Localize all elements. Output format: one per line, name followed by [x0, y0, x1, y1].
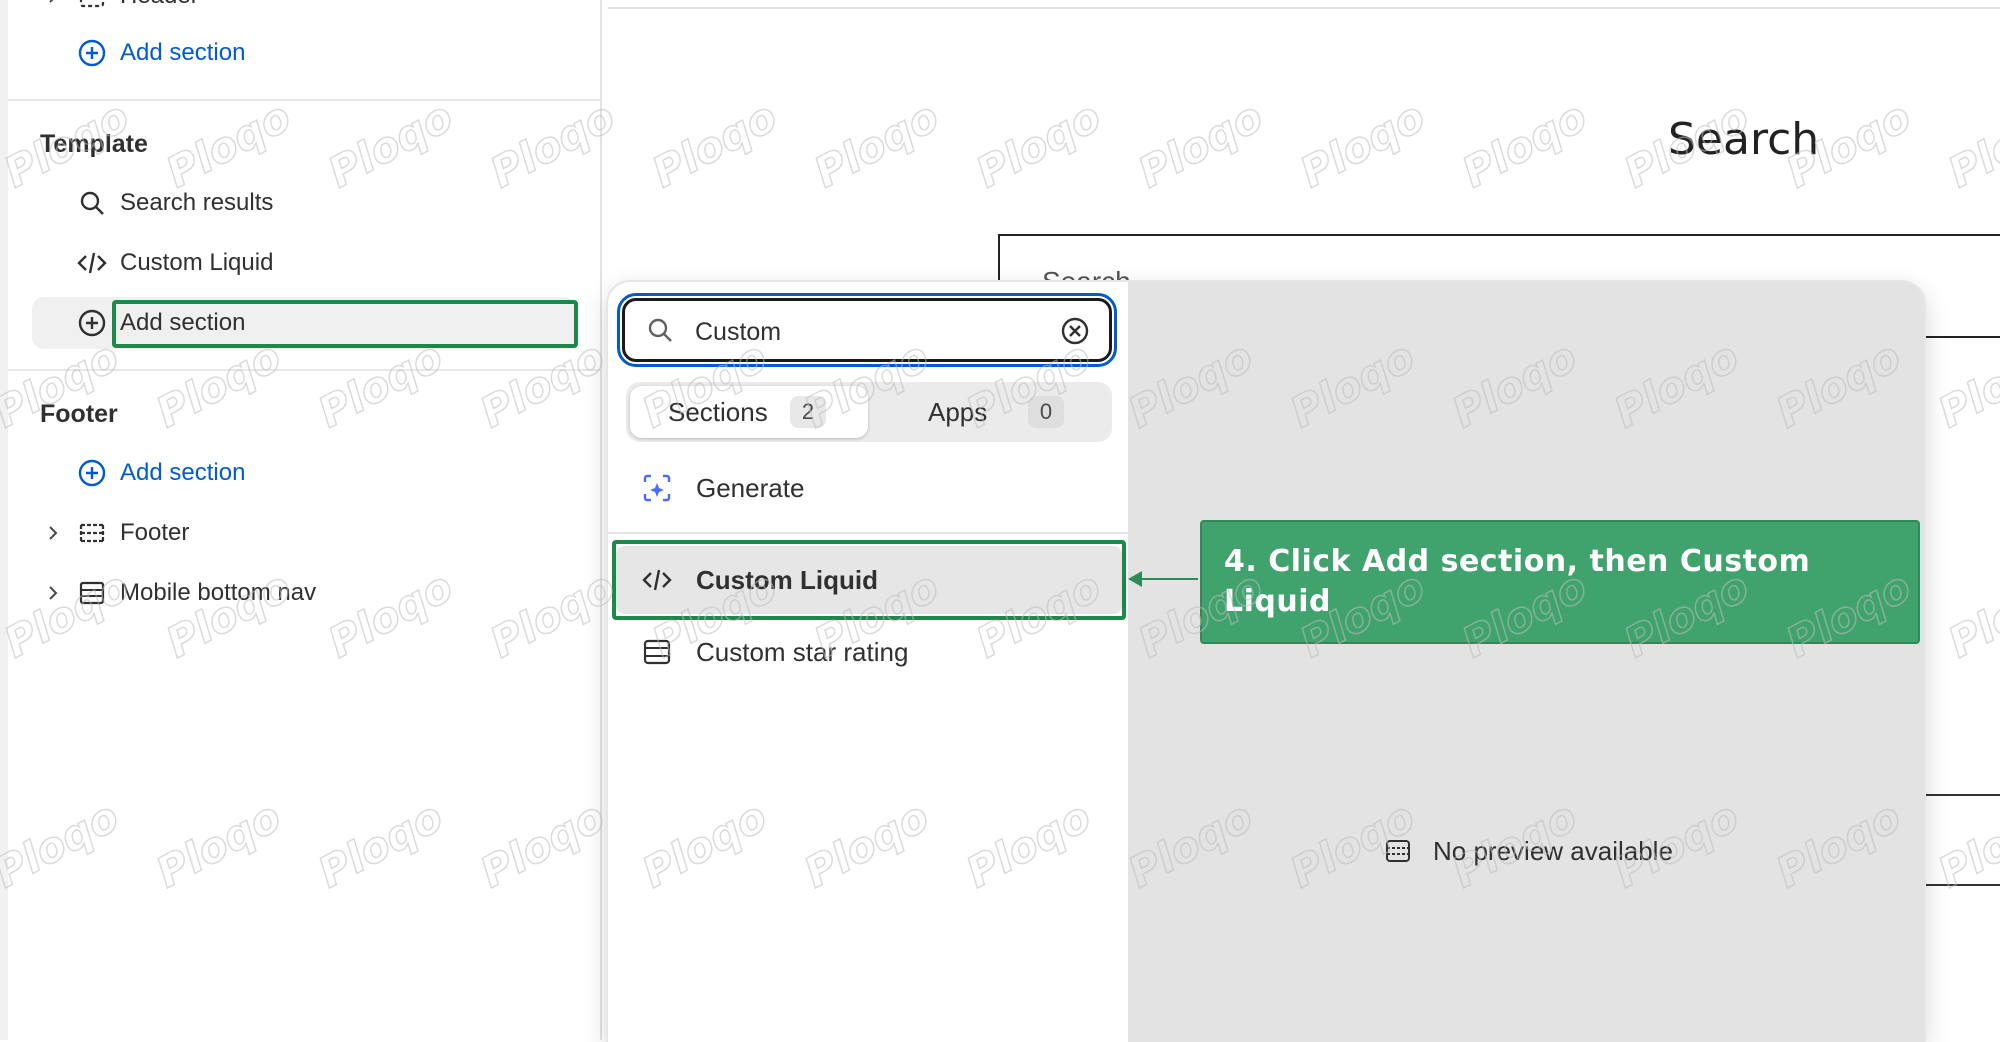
count-badge: 0: [1028, 396, 1064, 428]
no-preview-message: No preview available: [1383, 832, 1743, 872]
sidebar-item-header[interactable]: Header: [32, 0, 576, 22]
chevron-right-icon[interactable]: [42, 582, 64, 604]
divider: [8, 99, 600, 101]
section-icon: [79, 0, 105, 8]
section-preview-panel: No preview available: [1128, 282, 1924, 1042]
watermark-text: Ploqo: [1930, 331, 2000, 438]
search-icon: [80, 191, 104, 215]
watermark-text: Ploqo: [1940, 91, 2000, 198]
sidebar-item-mobile-bottom-nav[interactable]: Mobile bottom nav: [32, 567, 576, 619]
chevron-right-icon[interactable]: [42, 0, 64, 7]
sparkle-frame-icon: [643, 474, 671, 502]
generate-button[interactable]: Generate: [616, 454, 1122, 522]
preview-line: [1920, 884, 2000, 886]
add-section-label: Add section: [120, 459, 246, 486]
callout-arrow: [1136, 578, 1198, 580]
watermark-text: Ploqo: [1930, 791, 2000, 898]
preview-line: [1920, 794, 2000, 796]
footer-group-title: Footer: [40, 400, 118, 428]
add-section-popover: Sections 2 Apps 0 Generate Custom Liquid…: [608, 282, 1924, 1042]
sidebar-item-label: Mobile bottom nav: [120, 579, 317, 606]
sidebar-item-footer[interactable]: Footer: [32, 507, 576, 559]
divider: [8, 369, 600, 371]
sidebar-item-custom-liquid[interactable]: Custom Liquid: [32, 237, 576, 289]
sidebar-item-search-results[interactable]: Search results: [32, 177, 576, 229]
watermark-text: Ploqo: [1292, 91, 1434, 198]
add-section-footer-button[interactable]: Add section: [32, 447, 576, 499]
plus-circle-icon: [78, 309, 106, 337]
generate-label: Generate: [696, 472, 805, 503]
search-icon: [648, 318, 672, 342]
section-search-input[interactable]: [693, 313, 1027, 351]
preview-page-title: Search: [1668, 114, 1820, 165]
preview-top-bar: [608, 0, 2000, 9]
watermark-text: Ploqo: [1940, 561, 2000, 668]
watermark-text: Ploqo: [806, 91, 948, 198]
tab-label: Apps: [928, 396, 988, 427]
popover-list-panel: Sections 2 Apps 0 Generate Custom Liquid…: [608, 282, 1128, 1042]
tab-label: Sections: [668, 396, 768, 427]
sidebar-item-label: Custom Liquid: [120, 249, 274, 276]
count-badge: 2: [790, 396, 826, 428]
sidebar-item-label: Search results: [120, 189, 274, 216]
tutorial-callout: 4. Click Add section, then Custom Liquid: [1200, 520, 1920, 644]
section-icon: [79, 523, 105, 543]
step-highlight-add-section: [112, 300, 578, 348]
sidebar-item-label: Header: [120, 0, 199, 10]
sidebar-item-label: Footer: [120, 519, 190, 546]
watermark-text: Ploqo: [644, 91, 786, 198]
tab-apps[interactable]: Apps 0: [876, 386, 1108, 438]
section-icon: [79, 581, 105, 605]
clear-search-icon[interactable]: [1059, 315, 1091, 347]
result-label: Custom star rating: [696, 636, 909, 667]
no-preview-label: No preview available: [1433, 836, 1673, 866]
sidebar: Header Add section Template Search resul…: [0, 0, 602, 1040]
result-type-tabs: Sections 2 Apps 0: [626, 382, 1112, 442]
callout-arrow-head: [1128, 571, 1142, 587]
plus-circle-icon: [78, 459, 106, 487]
divider: [608, 532, 1128, 534]
chevron-right-icon[interactable]: [42, 522, 64, 544]
step-highlight-custom-liquid: [612, 540, 1126, 620]
section-search-field[interactable]: [617, 293, 1117, 367]
add-section-header-button[interactable]: Add section: [32, 27, 576, 79]
add-section-label: Add section: [120, 39, 246, 66]
result-custom-star-rating[interactable]: Custom star rating: [616, 618, 1122, 686]
watermark-text: Ploqo: [1454, 91, 1596, 198]
watermark-text: Ploqo: [968, 91, 1110, 198]
section-icon: [1386, 840, 1410, 862]
watermark-text: Ploqo: [1130, 91, 1272, 198]
code-icon: [77, 252, 107, 274]
tab-sections[interactable]: Sections 2: [630, 386, 868, 438]
plus-circle-icon: [78, 39, 106, 67]
section-icon: [643, 639, 671, 665]
template-group-title: Template: [40, 130, 148, 158]
